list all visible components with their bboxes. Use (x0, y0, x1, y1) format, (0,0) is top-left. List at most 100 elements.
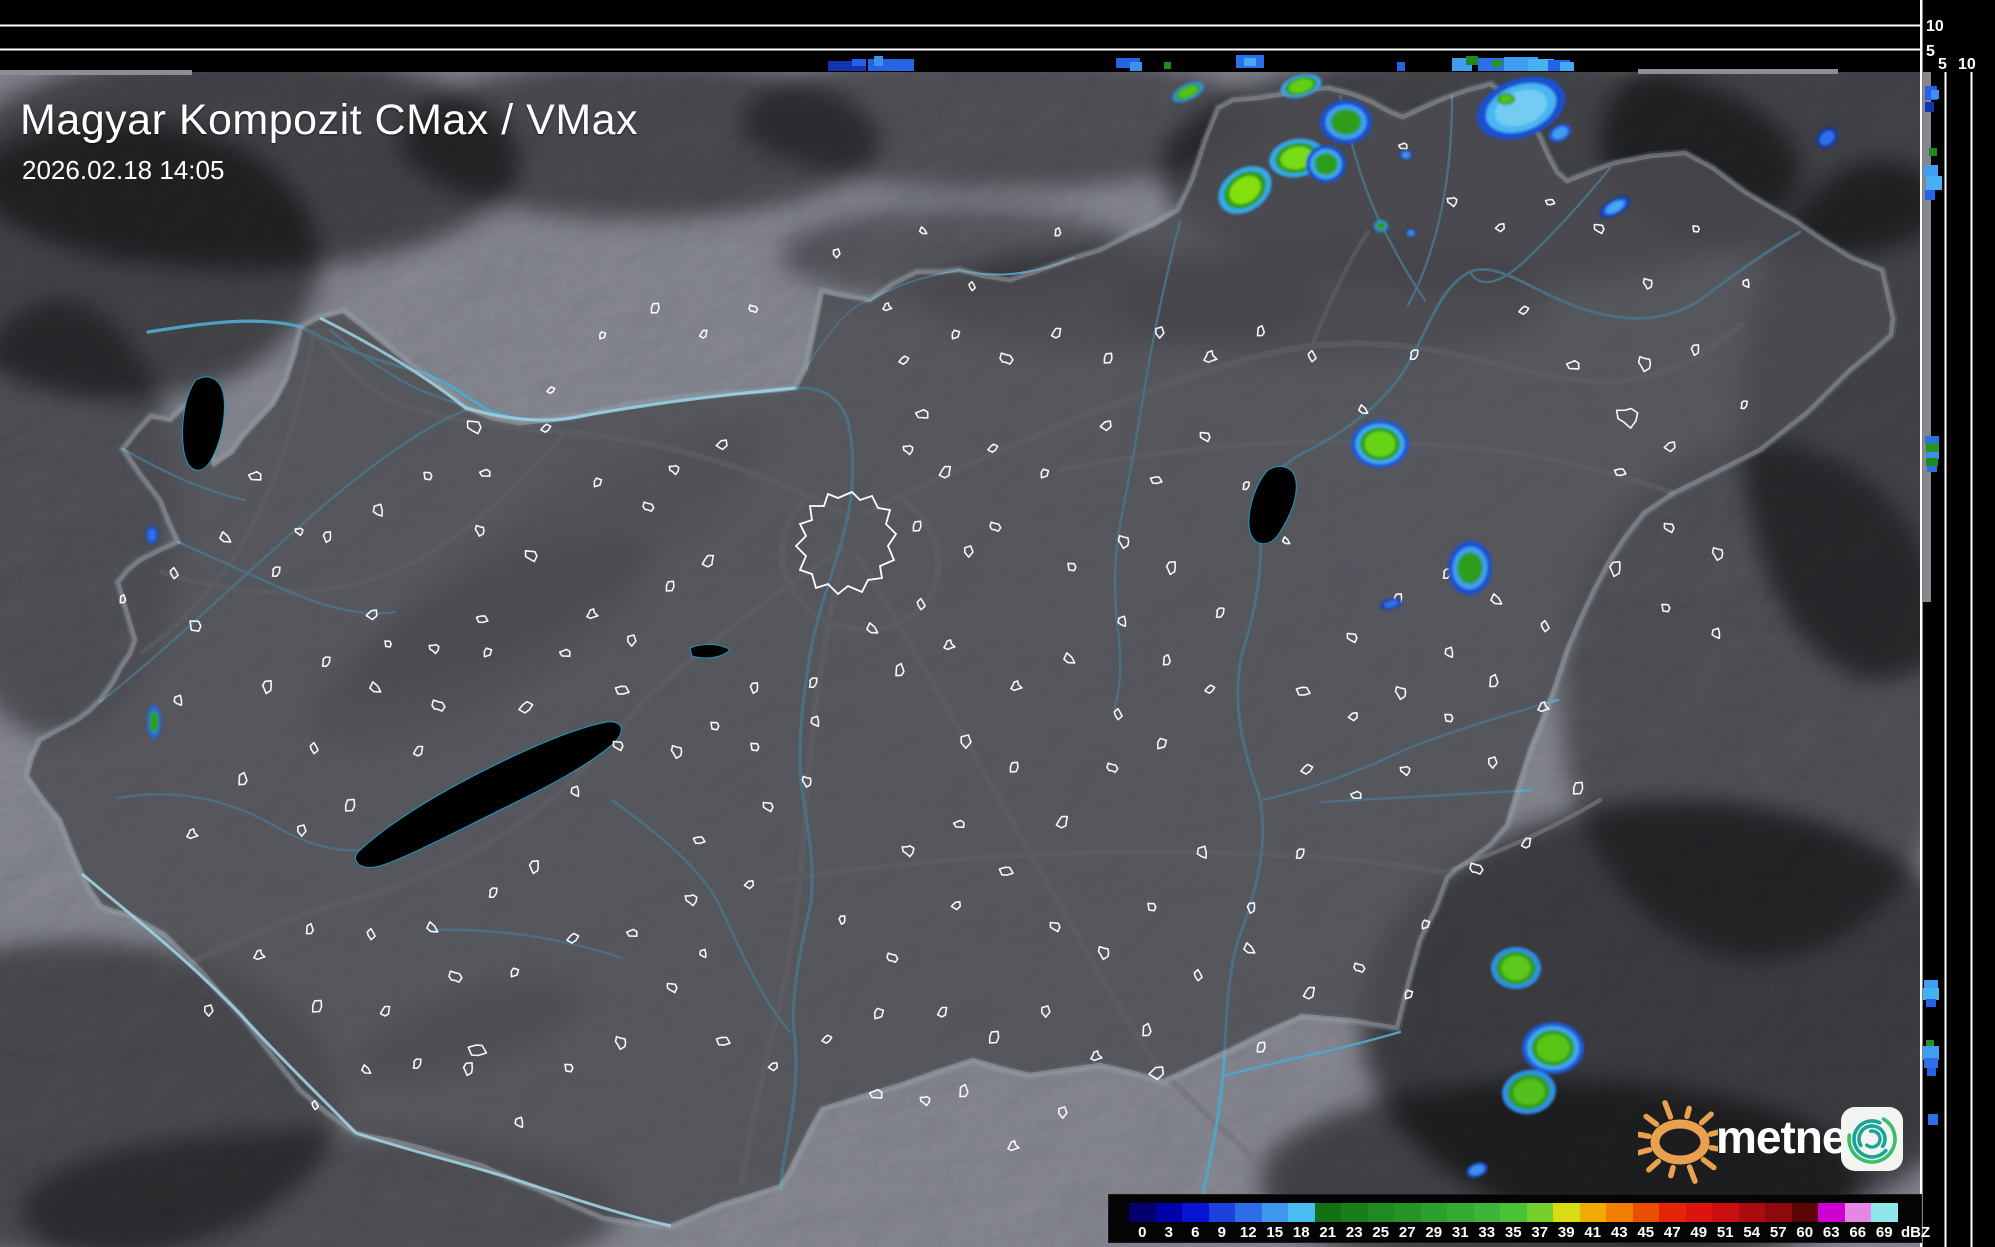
scale-swatch (1526, 1203, 1553, 1222)
radar-echo-layer (1314, 152, 1338, 176)
top-strip-echo (1397, 62, 1405, 71)
scale-swatch (1818, 1203, 1845, 1222)
radar-echo-layer (1501, 955, 1531, 981)
radar-app-window: 10 5 5 10 Magyar Kompozit CMax / VMax 20… (0, 0, 1995, 1247)
right-strip-echo (1925, 436, 1939, 444)
scale-tick-label: 27 (1398, 1224, 1416, 1241)
scale-tick-label: 63 (1822, 1224, 1840, 1241)
scale-swatch (1235, 1203, 1262, 1222)
sun-ray (1686, 1164, 1698, 1184)
scale-tick-label: 45 (1637, 1224, 1655, 1241)
scale-swatch (1579, 1203, 1606, 1222)
scale-swatch (1473, 1203, 1500, 1222)
right-axis-label-5: 5 (1938, 56, 1947, 73)
radar-echo (1522, 1022, 1584, 1074)
radar-echo-layer (147, 528, 157, 542)
radar-echo-layer (1536, 1034, 1570, 1062)
sun-ray (1698, 1111, 1714, 1126)
radar-echo (1406, 229, 1416, 237)
scale-tick-label: 0 (1138, 1224, 1147, 1241)
top-strip-echo (1164, 62, 1171, 69)
scale-swatch (1791, 1203, 1818, 1222)
top-strip-echo (852, 59, 866, 66)
scale-tick-label: 60 (1796, 1224, 1814, 1241)
radar-echo-layer (1401, 151, 1411, 159)
right-strip-echo (1927, 466, 1937, 472)
radar-echo-layer (149, 710, 159, 734)
radar-echo-layer (1376, 221, 1386, 231)
scale-swatch (1341, 1203, 1368, 1222)
scale-tick-label: 25 (1372, 1224, 1390, 1241)
radar-echo (146, 526, 158, 544)
top-strip-echo (1466, 56, 1478, 65)
dbz-colorbar: 0 3 6 9 12 15 18 21 23 25 27 29 31 33 35 37 39 41 43 45 47 49… (1108, 1194, 1930, 1243)
scale-swatch (1129, 1203, 1156, 1222)
radar-map-canvas: 10 5 5 10 (0, 0, 1995, 1247)
scale-tick-label: 18 (1292, 1224, 1310, 1241)
top-axis-label-10: 10 (1926, 18, 1944, 35)
metnet-app-icon (1841, 1107, 1903, 1171)
scale-swatch (1606, 1203, 1633, 1222)
scale-tick-label: 37 (1531, 1224, 1549, 1241)
scale-swatch (1712, 1203, 1739, 1222)
scale-swatch (1155, 1203, 1182, 1222)
radar-echo (1306, 145, 1346, 183)
radar-echo (1497, 93, 1515, 105)
scale-tick-label: 49 (1690, 1224, 1708, 1241)
scale-tick-label: 29 (1425, 1224, 1443, 1241)
sun-ray (1638, 1131, 1652, 1140)
right-strip-echo (1923, 1046, 1939, 1060)
sun-ray (1646, 1158, 1662, 1173)
right-strip-echo (1926, 1040, 1934, 1046)
scale-swatch (1447, 1203, 1474, 1222)
radar-echo-layer (1407, 230, 1415, 236)
scale-swatch (1685, 1203, 1712, 1222)
top-cross-section (0, 0, 1921, 75)
right-strip-echo (1926, 176, 1942, 190)
sun-icon (1638, 1100, 1718, 1184)
scale-tick-label: 47 (1663, 1224, 1681, 1241)
scale-tick-label: 15 (1266, 1224, 1284, 1241)
right-strip-echo (1926, 999, 1936, 1007)
right-strip-echo (1925, 190, 1935, 200)
scale-tick-label: 6 (1191, 1224, 1200, 1241)
colorbar-tick-labels: 0 3 6 9 12 15 18 21 23 25 27 29 31 33 35 37 39 41 43 45 47 49… (1129, 1224, 1898, 1241)
right-axis-label-10: 10 (1958, 56, 1976, 73)
top-axis-label-5: 5 (1926, 43, 1935, 60)
right-strip-echo (1927, 1068, 1936, 1076)
scale-swatch (1420, 1203, 1447, 1222)
scale-swatch (1394, 1203, 1421, 1222)
scale-swatch (1871, 1203, 1898, 1222)
scale-tick-label: 66 (1849, 1224, 1867, 1241)
scale-swatch (1738, 1203, 1765, 1222)
radar-echo-layer (1364, 431, 1396, 457)
sun-ray (1643, 1113, 1660, 1127)
scale-swatch (1367, 1203, 1394, 1222)
scale-tick-label: 21 (1319, 1224, 1337, 1241)
sun-ray (1662, 1100, 1674, 1120)
sun-ray (1684, 1105, 1692, 1120)
scale-tick-label: 57 (1769, 1224, 1787, 1241)
scale-swatch (1314, 1203, 1341, 1222)
radar-echo (1491, 947, 1541, 989)
top-strip-echo (1244, 58, 1256, 66)
right-strip-echo (1924, 165, 1938, 177)
right-strip-echo (1924, 1058, 1938, 1068)
top-strip-echo (1560, 62, 1574, 71)
radar-echo (1400, 150, 1412, 160)
right-strip-echo (1926, 452, 1939, 459)
right-cross-section (1920, 0, 1995, 1247)
colorbar-unit-label: dBZ (1901, 1224, 1931, 1241)
scale-tick-label: 31 (1451, 1224, 1469, 1241)
right-strip-echo (1931, 90, 1939, 99)
radar-echo (147, 705, 161, 739)
radar-echo (1320, 100, 1372, 144)
scale-tick-label: 51 (1716, 1224, 1734, 1241)
page-title: Magyar Kompozit CMax / VMax (20, 96, 639, 144)
scale-swatch (1765, 1203, 1792, 1222)
timestamp: 2026.02.18 14:05 (22, 155, 225, 185)
scale-tick-label: 33 (1478, 1224, 1496, 1241)
sun-ray (1638, 1147, 1653, 1156)
top-strip-echo (1130, 62, 1142, 71)
right-strip-echo (1926, 443, 1939, 453)
